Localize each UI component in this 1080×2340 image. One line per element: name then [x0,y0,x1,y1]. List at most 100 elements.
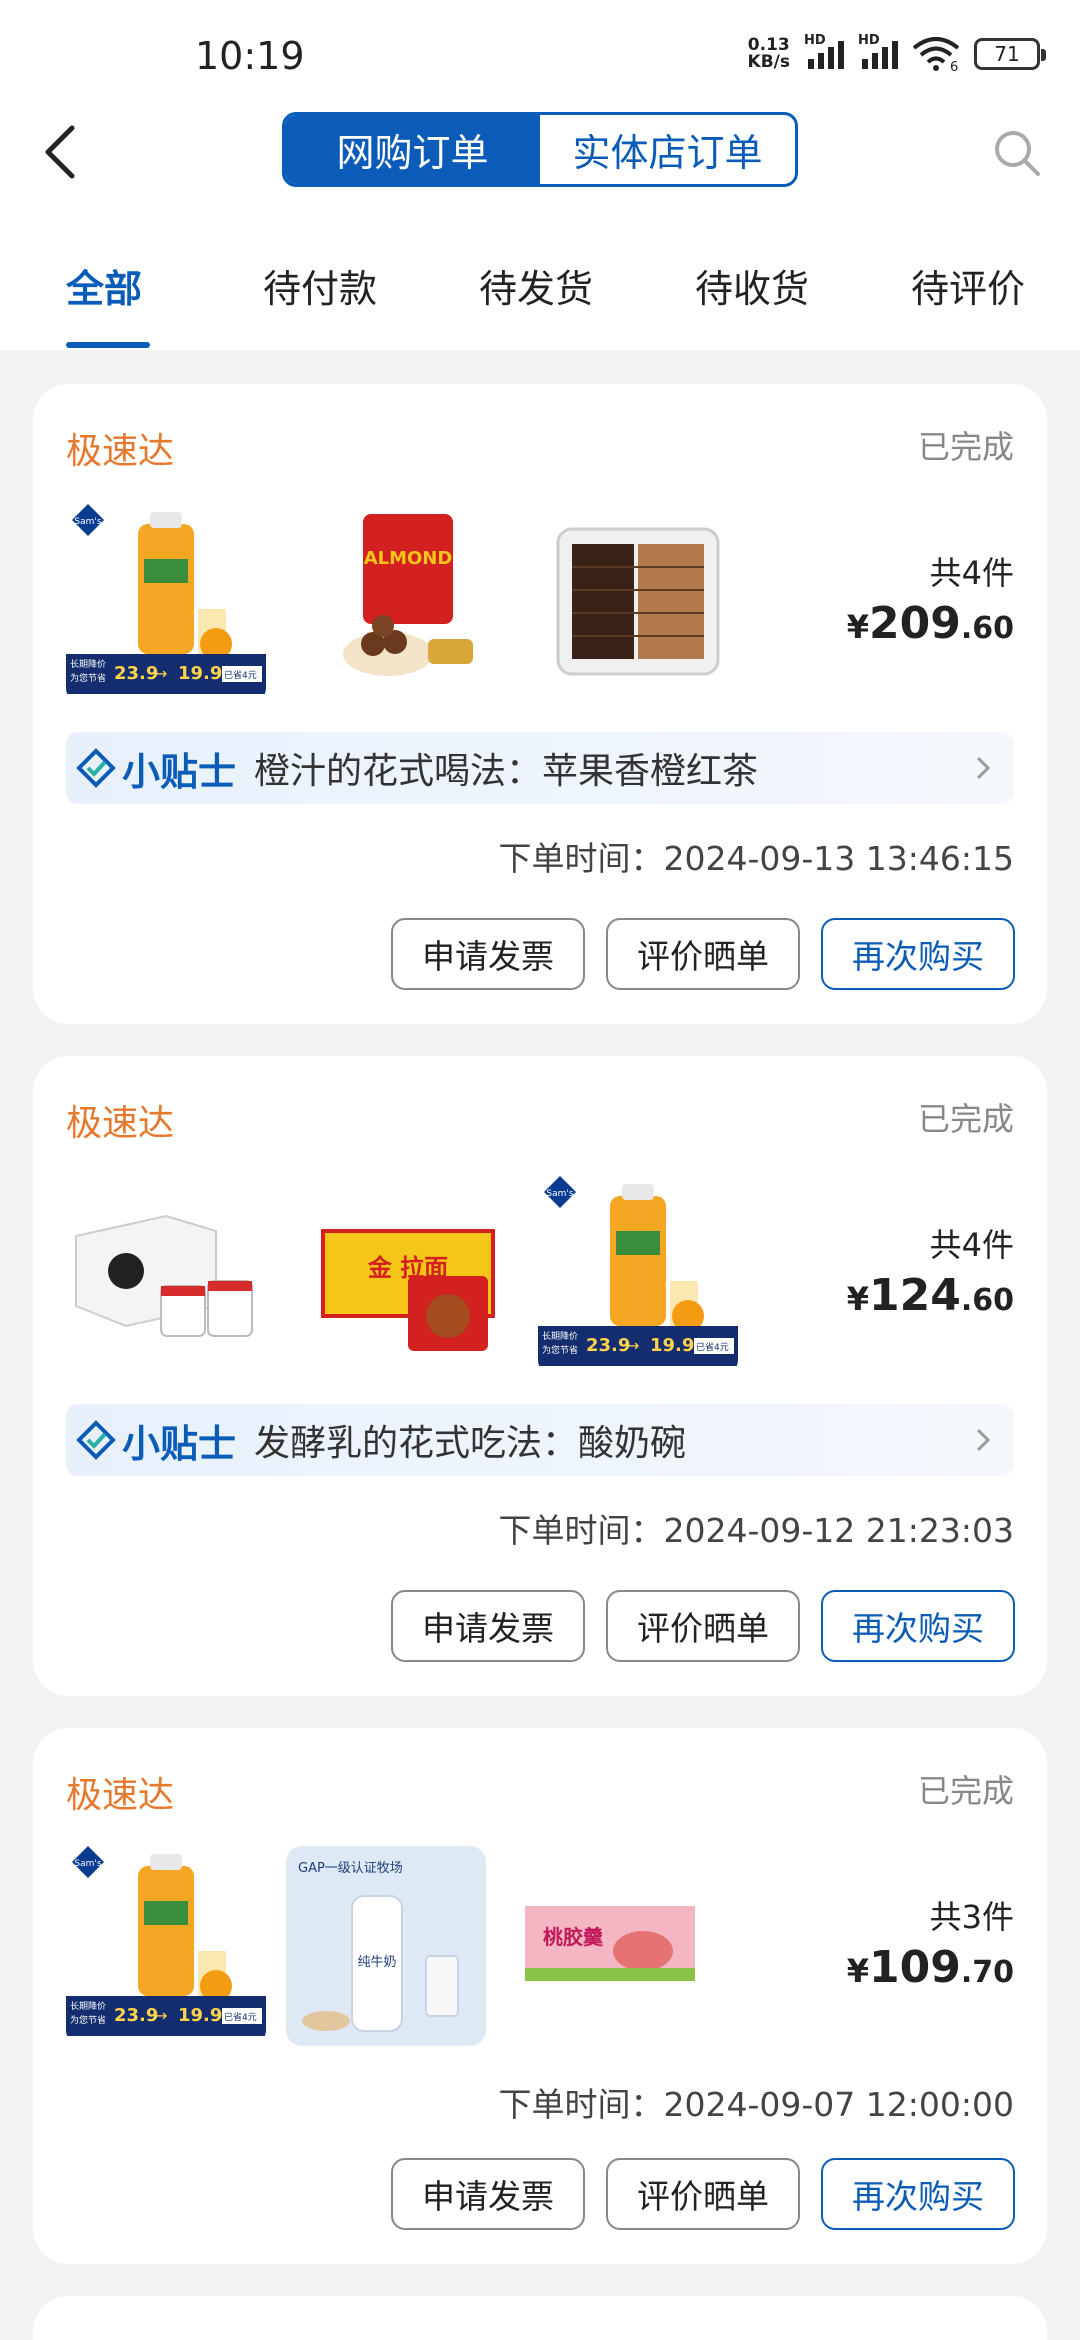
svg-text:已省4元: 已省4元 [224,669,257,681]
review-button[interactable]: 评价晒单 [606,918,800,990]
svg-text:长期降价: 长期降价 [70,658,106,670]
svg-text:长期降价: 长期降价 [542,1330,578,1342]
signal-icon-2: HD [858,33,898,69]
tab-store-orders[interactable]: 实体店订单 [540,115,795,184]
brownie-cake-image [538,504,738,704]
wifi-icon: 6 [912,37,960,72]
order-card[interactable]: 极速达 已完成 金 拉面 Sam's 长期降价 为您节省 23.9 → 19.9… [33,1056,1047,1696]
network-speed: 0.13 KB/s [747,35,790,72]
product-orange-juice[interactable]: Sam's 长期降价 为您节省 23.9 → 19.9 已省4元 [66,504,266,704]
order-type-switch: 网购订单 实体店订单 [282,112,798,187]
tips-badge: 小贴士 [76,741,236,796]
svg-text:→: → [626,1336,639,1355]
shop-name: 极速达 [66,1103,175,1144]
shop-name: 极速达 [66,1775,175,1816]
product-almond-chocolate[interactable]: ALMOND [303,504,503,704]
tab-online-orders[interactable]: 网购订单 [285,115,540,184]
product-brownie-cake[interactable] [538,504,738,704]
product-instant-noodles[interactable]: 金 拉面 [303,1176,503,1376]
svg-text:长期降价: 长期降价 [70,2000,106,2012]
back-button[interactable] [30,122,90,182]
orange-juice-image: Sam's 长期降价 为您节省 23.9 → 19.9 已省4元 [538,1176,738,1376]
shop-name: 极速达 [66,431,175,472]
svg-text:已省4元: 已省4元 [224,2011,257,2023]
order-status: 已完成 [917,1100,1014,1138]
svg-text:19.9: 19.9 [178,2005,222,2026]
svg-text:纯牛奶: 纯牛奶 [357,1955,396,1970]
tips-banner[interactable]: 小贴士 橙汁的花式喝法：苹果香橙红茶 [66,732,1014,804]
svg-text:Sam's: Sam's [74,517,101,527]
peach-gum-soup-image: 桃胶羹 [513,1846,713,2046]
svg-text:19.9: 19.9 [178,663,222,684]
status-bar: 10:19 0.13 KB/s HD HD 6 71 [0,0,1080,100]
active-tab-indicator [66,342,150,348]
review-button[interactable]: 评价晒单 [606,2158,800,2230]
tips-banner[interactable]: 小贴士 发酵乳的花式吃法：酸奶碗 [66,1404,1014,1476]
svg-text:6: 6 [950,60,958,72]
order-time: 下单时间：2024-09-07 12:00:00 [498,2085,1014,2124]
order-price: ¥124.60 [846,1270,1014,1321]
top-header: 网购订单 实体店订单 [0,100,1080,210]
buy-again-button[interactable]: 再次购买 [821,1590,1015,1662]
orange-juice-image: Sam's 长期降价 为您节省 23.9 → 19.9 已省4元 [66,504,266,704]
status-time: 10:19 [195,34,305,78]
order-card[interactable]: 极速达 已完成 Sam's 长期降价 为您节省 23.9 → 19.9 已省4元… [33,384,1047,1024]
instant-noodles-image: 金 拉面 [303,1176,503,1376]
back-arrow-icon [45,125,75,179]
tips-badge: 小贴士 [76,1413,236,1468]
svg-text:23.9: 23.9 [114,2005,158,2026]
tips-text: 发酵乳的花式吃法：酸奶碗 [254,1423,687,1464]
order-status: 已完成 [917,1772,1014,1810]
product-orange-juice[interactable]: Sam's 长期降价 为您节省 23.9 → 19.9 已省4元 [538,1176,738,1376]
svg-text:桃胶羹: 桃胶羹 [543,1925,604,1949]
signal-icon: HD [804,33,844,69]
tips-text: 橙汁的花式喝法：苹果香橙红茶 [254,751,759,792]
request-invoice-button[interactable]: 申请发票 [391,1590,585,1662]
buy-again-button[interactable]: 再次购买 [821,918,1015,990]
svg-text:ALMOND: ALMOND [364,548,453,569]
tab-all[interactable]: 全部 [66,258,142,313]
svg-text:19.9: 19.9 [650,1335,694,1356]
order-price: ¥209.60 [846,598,1014,649]
request-invoice-button[interactable]: 申请发票 [391,918,585,990]
svg-text:为您节省: 为您节省 [70,672,106,684]
tips-logo-icon [76,748,116,788]
order-card-partial [33,2296,1047,2340]
order-time: 下单时间：2024-09-12 21:23:03 [498,1511,1014,1550]
svg-text:为您节省: 为您节省 [542,1344,578,1356]
search-button[interactable] [984,120,1050,186]
order-time: 下单时间：2024-09-13 13:46:15 [498,839,1014,878]
tab-pending-review[interactable]: 待评价 [911,258,1025,313]
order-price: ¥109.70 [846,1942,1014,1993]
battery-icon: 71 [974,38,1046,70]
svg-text:23.9: 23.9 [114,663,158,684]
item-count: 共4件 [929,554,1014,592]
svg-text:已省4元: 已省4元 [696,1341,729,1353]
tips-logo-icon [76,1420,116,1460]
item-count: 共3件 [929,1898,1014,1936]
product-milk[interactable]: GAP一级认证牧场 纯牛奶 [286,1846,486,2046]
status-icons: 0.13 KB/s HD HD 6 71 [747,33,1046,74]
product-yogurt-box[interactable] [66,1176,266,1376]
buy-again-button[interactable]: 再次购买 [821,2158,1015,2230]
search-icon [995,131,1040,176]
review-button[interactable]: 评价晒单 [606,1590,800,1662]
svg-text:23.9: 23.9 [586,1335,630,1356]
tab-pending-shipment[interactable]: 待发货 [479,258,593,313]
order-card[interactable]: 极速达 已完成 Sam's 长期降价 为您节省 23.9 → 19.9 已省4元… [33,1728,1047,2264]
tab-pending-receipt[interactable]: 待收货 [695,258,809,313]
tab-pending-payment[interactable]: 待付款 [263,258,377,313]
orange-juice-image: Sam's 长期降价 为您节省 23.9 → 19.9 已省4元 [66,1846,266,2046]
product-peach-gum-soup[interactable]: 桃胶羹 [513,1846,713,2046]
chevron-right-icon [976,1428,991,1452]
svg-text:GAP一级认证牧场: GAP一级认证牧场 [298,1861,403,1876]
order-status: 已完成 [917,428,1014,466]
almond-chocolate-image: ALMOND [303,504,503,704]
request-invoice-button[interactable]: 申请发票 [391,2158,585,2230]
yogurt-box-image [66,1176,266,1376]
chevron-right-icon [976,756,991,780]
milk-image: GAP一级认证牧场 纯牛奶 [286,1846,486,2046]
svg-text:→: → [154,2006,167,2025]
svg-text:→: → [154,664,167,683]
product-orange-juice[interactable]: Sam's 长期降价 为您节省 23.9 → 19.9 已省4元 [66,1846,266,2046]
